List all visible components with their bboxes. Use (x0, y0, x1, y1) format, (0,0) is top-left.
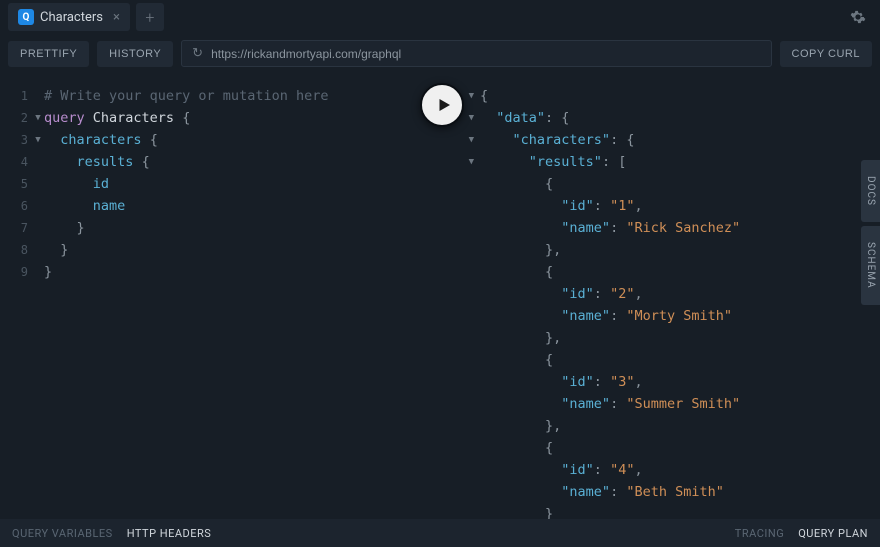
main: 1# Write your query or mutation here 2▼q… (0, 73, 880, 525)
side-tabs: DOCS SCHEMA (861, 160, 880, 305)
fold-icon[interactable]: ▼ (440, 151, 480, 173)
topbar: Q Characters × + (0, 0, 880, 34)
query-variables-tab[interactable]: QUERY VARIABLES (12, 527, 113, 540)
tracing-tab[interactable]: TRACING (735, 527, 784, 540)
toolbar: PRETTIFY HISTORY ↻ COPY CURL (0, 34, 880, 73)
result-viewer[interactable]: ▼{ ▼ "data": { ▼ "characters": { ▼ "resu… (440, 73, 880, 525)
copy-curl-button[interactable]: COPY CURL (780, 41, 872, 67)
schema-tab[interactable]: SCHEMA (861, 226, 880, 305)
history-button[interactable]: HISTORY (97, 41, 173, 67)
fold-icon[interactable]: ▼ (440, 129, 480, 151)
docs-tab[interactable]: DOCS (861, 160, 880, 222)
tab-characters[interactable]: Q Characters × (8, 3, 130, 31)
query-plan-tab[interactable]: QUERY PLAN (798, 527, 868, 540)
add-tab-button[interactable]: + (136, 3, 164, 31)
gear-icon (850, 9, 866, 25)
close-icon[interactable]: × (113, 10, 120, 25)
query-editor[interactable]: 1# Write your query or mutation here 2▼q… (0, 73, 440, 525)
reload-icon[interactable]: ↻ (192, 46, 203, 61)
endpoint-input[interactable] (211, 47, 760, 61)
query-icon: Q (18, 9, 34, 25)
fold-icon[interactable]: ▼ (32, 129, 44, 151)
http-headers-tab[interactable]: HTTP HEADERS (127, 527, 212, 540)
fold-icon[interactable]: ▼ (32, 107, 44, 129)
endpoint-field[interactable]: ↻ (181, 40, 771, 67)
execute-button[interactable] (420, 83, 464, 127)
settings-button[interactable] (844, 3, 872, 31)
prettify-button[interactable]: PRETTIFY (8, 41, 89, 67)
play-icon (435, 96, 453, 114)
bottom-bar: QUERY VARIABLES HTTP HEADERS TRACING QUE… (0, 519, 880, 547)
tab-label: Characters (40, 10, 103, 25)
